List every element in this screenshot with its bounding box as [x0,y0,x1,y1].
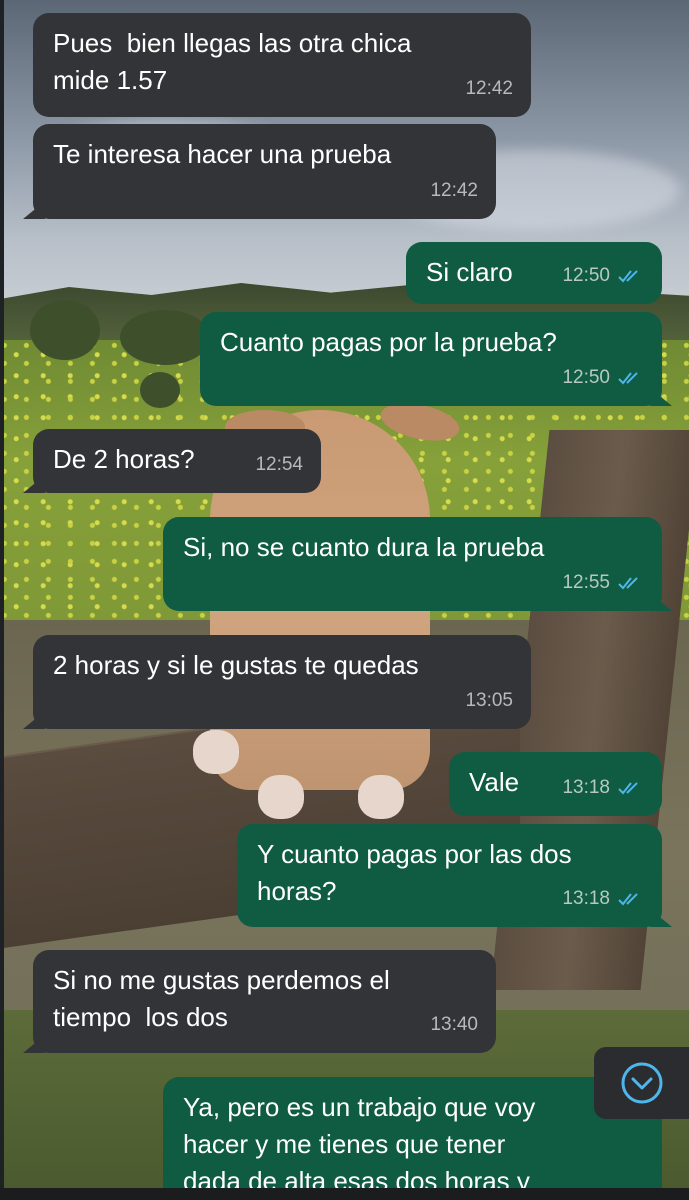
message-incoming[interactable]: De 2 horas? 12:54 [23,429,321,493]
message-time: 13:05 [465,690,513,711]
read-ticks-icon [618,371,638,384]
message-outgoing[interactable]: Cuanto pagas por la prueba? 12:50 [200,312,672,406]
message-time: 12:42 [465,78,513,99]
message-incoming[interactable]: Te interesa hacer una prueba 12:42 [23,124,496,219]
message-text: Ya, pero es un trabajo que voy hacer y m… [183,1092,536,1196]
message-time: 13:40 [430,1014,478,1035]
message-incoming[interactable]: 2 horas y si le gustas te quedas 13:05 [23,635,531,729]
read-ticks-icon [618,892,638,905]
message-time: 12:50 [562,265,610,286]
message-outgoing[interactable]: Ya, pero es un trabajo que voy hacer y m… [163,1077,662,1200]
read-ticks-icon [618,269,638,282]
message-outgoing[interactable]: Si claro 12:50 [406,242,662,304]
message-text: Si, no se cuanto dura la prueba [183,532,545,562]
message-outgoing[interactable]: Si, no se cuanto dura la prueba 12:55 [163,517,672,611]
message-outgoing[interactable]: Y cuanto pagas por las dos horas? 13:18 [237,824,672,927]
read-ticks-icon [618,781,638,794]
bubble-tail [23,475,45,493]
scroll-to-bottom-button[interactable] [594,1047,689,1119]
message-time: 12:55 [562,572,610,593]
message-incoming[interactable]: Si no me gustas perdemos el tiempo los d… [23,950,496,1053]
bubble-tail [23,1035,45,1053]
message-text: Pues bien llegas las otra chica mide 1.5… [53,28,412,95]
bubble-tail [23,711,45,729]
bubble-tail [23,201,45,219]
message-text: Te interesa hacer una prueba [53,139,392,169]
message-time: 13:18 [562,777,610,798]
chevron-down-circle-icon [621,1062,662,1104]
bubble-tail [650,388,672,406]
bubble-tail [650,909,672,927]
message-time: 12:54 [255,454,303,475]
message-text: Si no me gustas perdemos el tiempo los d… [53,965,390,1032]
bubble-tail [650,593,672,611]
message-text: Cuanto pagas por la prueba? [220,327,557,357]
message-text: 2 horas y si le gustas te quedas [53,650,419,680]
message-time: 12:42 [430,180,478,201]
message-incoming[interactable]: Pues bien llegas las otra chica mide 1.5… [33,13,531,117]
read-ticks-icon [618,576,638,589]
screen-bottom-edge [0,1188,689,1200]
chat-message-list[interactable]: Pues bien llegas las otra chica mide 1.5… [0,0,689,1200]
message-time: 12:50 [562,367,610,388]
message-time: 13:18 [562,888,610,909]
message-outgoing[interactable]: Vale 13:18 [449,752,662,816]
